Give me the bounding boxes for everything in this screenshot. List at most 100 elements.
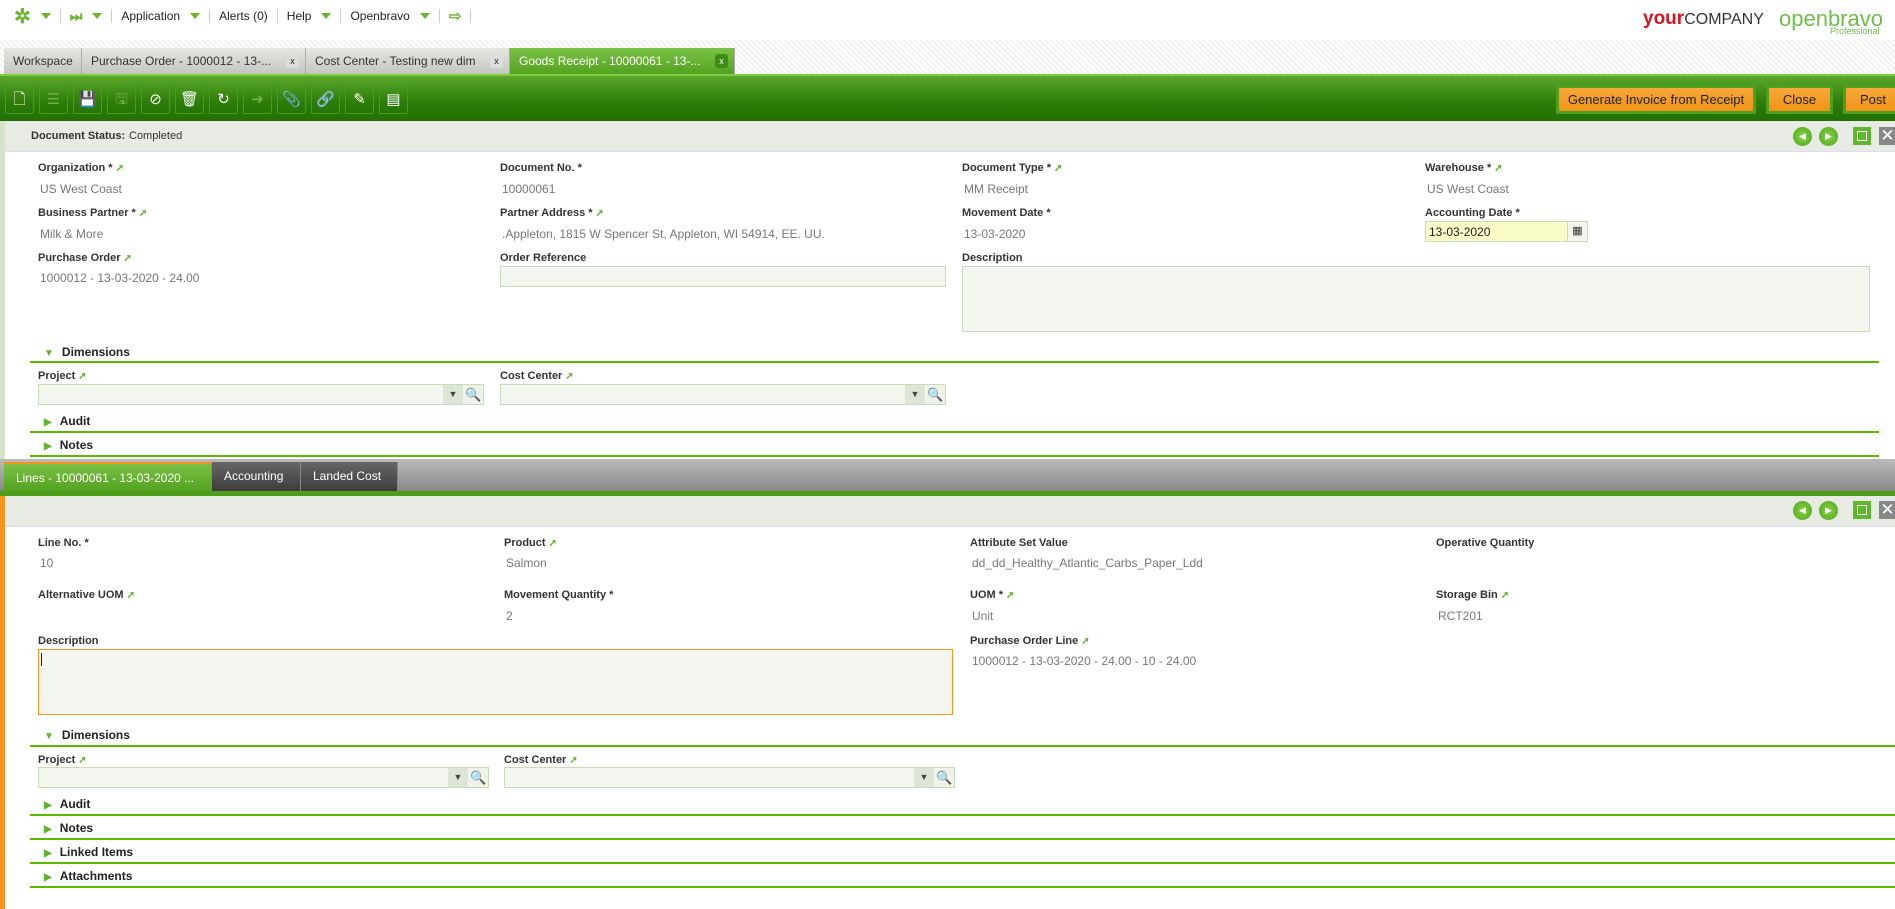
cost-center-input[interactable]	[500, 384, 946, 405]
delete-button[interactable]: 🗑	[175, 86, 204, 114]
attachments-section-toggle[interactable]: ▶ Attachments	[44, 869, 132, 883]
section-divider	[30, 455, 1879, 457]
undo-button[interactable]: ⊘	[141, 86, 170, 114]
description-textarea[interactable]	[962, 266, 1870, 332]
chevron-down-icon[interactable]	[92, 13, 103, 19]
tab-cost-center[interactable]: Cost Center - Testing new dim x	[306, 48, 510, 74]
chevron-down-icon[interactable]	[40, 13, 51, 19]
linked-items-section-toggle[interactable]: ▶ Linked Items	[44, 845, 133, 859]
movement-quantity-label: Movement Quantity *	[504, 589, 614, 601]
link-icon: ➚	[78, 371, 87, 382]
subtab-lines[interactable]: Lines - 10000061 - 13-03-2020 ...	[4, 462, 212, 491]
project-input[interactable]	[38, 384, 484, 405]
top-navigation: ✲ ⏭ Application Alerts (0) Help Openbrav…	[14, 4, 480, 29]
notes-section-toggle[interactable]: ▶ Notes	[44, 438, 93, 452]
save-button[interactable]: 💾	[73, 86, 102, 114]
document-no-value: 10000061	[502, 182, 556, 196]
tab-label: Goods Receipt - 10000061 - 13-...	[519, 54, 701, 68]
partner-address-label: Partner Address * ➚	[500, 207, 604, 219]
search-icon[interactable]: 🔍	[935, 768, 954, 787]
cost-center-input[interactable]	[504, 767, 955, 788]
line-description-textarea[interactable]	[38, 649, 953, 715]
chevron-down-icon[interactable]	[190, 13, 201, 19]
generate-invoice-button[interactable]: Generate Invoice from Receipt	[1556, 85, 1756, 114]
project-label: Project ➚	[38, 754, 87, 766]
dropdown-arrow-icon[interactable]: ▼	[914, 768, 934, 787]
search-icon[interactable]: 🔍	[469, 768, 488, 787]
toolbar: 🗋 ☰ 💾 🖫 ⊘ 🗑 ↻ ➜ 📎 🔗 ✎ ▤ Generate Invoice…	[0, 74, 1895, 121]
dropdown-arrow-icon[interactable]: ▼	[905, 385, 925, 404]
attach-button[interactable]: 📎	[277, 86, 306, 114]
order-reference-input[interactable]	[500, 266, 946, 287]
calendar-icon[interactable]: ▦	[1567, 221, 1588, 242]
audit-section-toggle[interactable]: ▶ Audit	[44, 797, 90, 811]
dimensions-section-toggle[interactable]: ▼ Dimensions	[44, 728, 130, 742]
link-button[interactable]: 🔗	[311, 86, 340, 114]
collapsed-arrow-icon: ▶	[44, 848, 52, 859]
close-form-icon[interactable]: ✕	[1879, 501, 1895, 519]
close-tab-icon[interactable]: x	[715, 54, 728, 68]
next-record-icon[interactable]: ▶	[1819, 127, 1838, 146]
logout-icon[interactable]: ⇨	[449, 7, 462, 25]
line-no-value: 10	[40, 556, 54, 570]
business-partner-value: Milk & More	[40, 227, 104, 241]
search-icon[interactable]: 🔍	[926, 385, 945, 404]
movement-date-label: Movement Date *	[962, 207, 1051, 219]
new-row-button[interactable]: ☰	[39, 86, 68, 114]
notes-section-toggle[interactable]: ▶ Notes	[44, 821, 93, 835]
tab-goods-receipt[interactable]: Goods Receipt - 10000061 - 13-... x	[510, 48, 735, 74]
collapsed-arrow-icon: ▶	[44, 800, 52, 811]
save-close-button[interactable]: 🖫	[107, 86, 136, 114]
audit-section-toggle[interactable]: ▶ Audit	[44, 414, 90, 428]
link-icon: ➚	[565, 371, 574, 382]
quick-launch-icon[interactable]: ✲	[14, 4, 31, 29]
close-form-icon[interactable]: ✕	[1879, 127, 1895, 145]
export-button[interactable]: ➜	[243, 86, 272, 114]
application-menu[interactable]: Application	[121, 9, 180, 23]
chevron-down-icon[interactable]	[321, 13, 332, 19]
previous-record-icon[interactable]: ◀	[1793, 127, 1812, 146]
section-divider	[30, 431, 1879, 433]
close-tab-icon[interactable]: x	[286, 54, 299, 68]
layout-toggle-button[interactable]: ▤	[379, 86, 408, 114]
user-menu[interactable]: Openbravo	[350, 9, 409, 23]
subtab-landed-cost[interactable]: Landed Cost	[301, 462, 398, 491]
document-type-value: MM Receipt	[964, 182, 1029, 196]
subtab-accounting[interactable]: Accounting	[212, 462, 301, 491]
refresh-button[interactable]: ↻	[209, 86, 238, 114]
search-icon[interactable]: 🔍	[464, 385, 483, 404]
edition-label: Professional	[1830, 26, 1880, 36]
section-divider	[30, 745, 1895, 747]
help-menu[interactable]: Help	[287, 9, 312, 23]
maximize-icon[interactable]	[1853, 127, 1871, 145]
maximize-icon[interactable]	[1853, 501, 1871, 519]
project-input[interactable]	[38, 767, 489, 788]
section-divider	[30, 361, 1879, 363]
tab-purchase-order[interactable]: Purchase Order - 1000012 - 13-... x	[82, 48, 306, 74]
project-label: Project ➚	[38, 370, 87, 382]
post-button[interactable]: Post	[1843, 85, 1895, 114]
close-button[interactable]: Close	[1766, 85, 1833, 114]
close-tab-icon[interactable]: x	[490, 54, 503, 68]
expanded-arrow-icon: ▼	[44, 731, 54, 742]
dimensions-section-toggle[interactable]: ▼ Dimensions	[44, 345, 130, 359]
link-icon: ➚	[1494, 163, 1503, 174]
dropdown-arrow-icon[interactable]: ▼	[448, 768, 468, 787]
attribute-set-value-label: Attribute Set Value	[970, 537, 1068, 549]
link-icon: ➚	[1081, 636, 1090, 647]
chevron-down-icon[interactable]	[419, 13, 430, 19]
text-cursor	[41, 653, 42, 666]
tab-workspace[interactable]: Workspace	[4, 48, 82, 74]
dropdown-arrow-icon[interactable]: ▼	[443, 385, 463, 404]
accounting-date-input[interactable]: 13-03-2020	[1425, 221, 1568, 242]
quick-create-icon[interactable]: ⏭	[70, 8, 83, 25]
section-divider	[30, 862, 1895, 864]
alerts-link[interactable]: Alerts (0)	[219, 9, 268, 23]
link-icon: ➚	[1054, 163, 1063, 174]
previous-record-icon[interactable]: ◀	[1793, 501, 1812, 520]
expanded-arrow-icon: ▼	[44, 348, 54, 359]
new-document-button[interactable]: 🗋	[5, 86, 34, 114]
product-value: Salmon	[506, 556, 547, 570]
audit-tools-button[interactable]: ✎	[345, 86, 374, 114]
next-record-icon[interactable]: ▶	[1819, 501, 1838, 520]
